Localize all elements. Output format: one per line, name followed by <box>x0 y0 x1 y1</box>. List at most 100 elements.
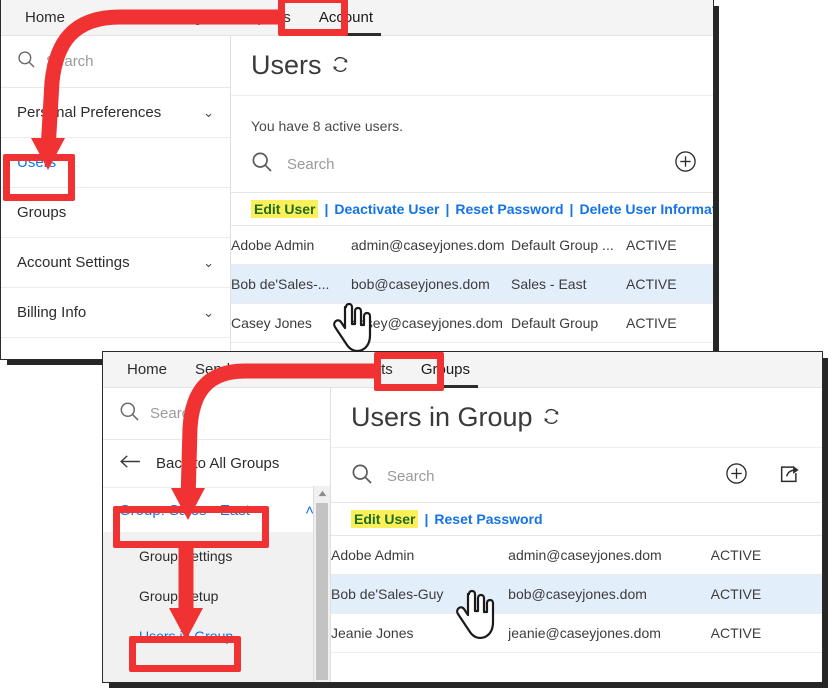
nav-tab-home[interactable]: Home <box>11 1 79 35</box>
action-reset-password[interactable]: Reset Password <box>455 201 563 217</box>
back-to-all-groups-label: Back to All Groups <box>156 455 280 472</box>
search-icon <box>351 463 373 490</box>
cell-user-status: ACTIVE <box>626 303 713 343</box>
table-row[interactable]: Bob de'Sales-Guy bob@caseyjones.dom ACTI… <box>331 574 822 614</box>
cell-user-group: Sales - East <box>511 264 626 304</box>
cell-user-name: Bob de'Sales-... <box>231 264 351 304</box>
sidebar-item-group-setup[interactable]: Group Setup <box>103 576 330 616</box>
sidebar-search-placeholder: Search <box>46 53 94 70</box>
action-delete-user-information[interactable]: Delete User Information <box>579 201 713 217</box>
chevron-down-icon: ⌄ <box>203 305 214 320</box>
search-icon <box>251 151 273 178</box>
cell-user-name: Adobe Admin <box>231 226 351 265</box>
sidebar-search-account[interactable]: Search <box>1 36 230 88</box>
users-sidebar-highlight <box>3 154 75 201</box>
sidebar-search-groups[interactable]: Search <box>103 388 330 440</box>
plus-circle-icon[interactable] <box>725 462 748 490</box>
page-title-text: Users <box>251 50 322 80</box>
account-users-window: Home Send Manage Reports Account Search … <box>0 0 714 360</box>
sidebar-item-label: Group Setup <box>139 588 219 604</box>
triangle-up-icon[interactable] <box>314 486 330 501</box>
users-in-group-highlight <box>129 636 241 672</box>
refresh-icon[interactable] <box>331 50 350 81</box>
cell-user-name: Bob de'Sales-Guy <box>331 574 509 614</box>
cell-user-status: ACTIVE <box>710 574 822 614</box>
cell-user-group: Default Group <box>511 303 626 343</box>
cell-user-email: casey@caseyjones.dom <box>351 303 511 343</box>
sidebar-item-account-settings[interactable]: Account Settings ⌄ <box>1 238 230 288</box>
chevron-down-icon: ⌄ <box>203 255 214 270</box>
cell-user-name: Jeanie Jones <box>331 613 509 653</box>
sidebar-item-label: Billing Info <box>17 304 87 321</box>
arrow-left-icon <box>119 454 142 473</box>
sidebar-item-label: Personal Preferences <box>17 104 162 121</box>
account-window-body: Search Personal Preferences ⌄ Users Grou… <box>1 36 713 359</box>
action-deactivate-user[interactable]: Deactivate User <box>334 201 439 217</box>
scrollbar-thumb[interactable] <box>316 503 328 680</box>
sidebar-search-placeholder: Search <box>150 405 198 422</box>
group-users-actions-row: Edit User | Reset Password <box>331 503 822 536</box>
cell-user-email: admin@caseyjones.dom <box>351 226 511 265</box>
table-row[interactable]: Adobe Admin admin@caseyjones.dom ACTIVE <box>331 536 822 575</box>
cell-user-email: jeanie@caseyjones.dom <box>508 613 711 653</box>
search-icon <box>119 401 140 427</box>
plus-circle-icon[interactable] <box>674 150 697 178</box>
table-row[interactable]: Bob de'Sales-... bob@caseyjones.dom Sale… <box>231 264 713 304</box>
cell-user-email: bob@caseyjones.dom <box>351 264 511 304</box>
sidebar-item-label: Groups <box>17 204 67 221</box>
group-users-search-input[interactable]: Search <box>387 468 711 485</box>
action-separator: | <box>324 201 329 217</box>
nav-tab-home[interactable]: Home <box>113 353 181 387</box>
account-tab-highlight <box>278 0 348 36</box>
group-users-search-row: Search <box>331 448 822 503</box>
groups-content-pane: Users in Group Search Edit User | Reset … <box>331 388 822 682</box>
screenshot-stage: Home Send Manage Reports Account Search … <box>0 0 832 691</box>
search-icon <box>17 50 36 74</box>
users-search-input[interactable]: Search <box>287 156 660 173</box>
page-title-text: Users in Group <box>351 402 533 432</box>
share-export-icon[interactable] <box>778 463 800 490</box>
action-separator: | <box>445 201 450 217</box>
sidebar-scrollbar[interactable] <box>313 486 330 682</box>
cell-user-status: ACTIVE <box>626 226 713 265</box>
table-row[interactable]: Casey Jones casey@caseyjones.dom Default… <box>231 303 713 343</box>
chevron-down-icon: ⌄ <box>203 105 214 120</box>
sidebar-item-label: Group Settings <box>139 548 233 564</box>
action-edit-user[interactable]: Edit User <box>351 510 419 528</box>
page-title-users-in-group: Users in Group <box>331 388 822 448</box>
cell-user-name: Adobe Admin <box>331 536 509 575</box>
nav-tab-manage[interactable]: Manage <box>244 353 326 387</box>
action-edit-user[interactable]: Edit User <box>251 200 319 218</box>
nav-tab-send[interactable]: Send <box>181 353 244 387</box>
cell-user-status: ACTIVE <box>626 264 713 304</box>
table-row[interactable]: Jeanie Jones jeanie@caseyjones.dom ACTIV… <box>331 613 822 653</box>
action-separator: | <box>569 201 574 217</box>
cell-user-email: bob@caseyjones.dom <box>508 574 711 614</box>
groups-window-top-nav: Home Send Manage Reports Groups <box>103 352 822 388</box>
sidebar-item-billing-info[interactable]: Billing Info ⌄ <box>1 288 230 338</box>
cell-user-group: Default Group ... <box>511 226 626 265</box>
cell-user-status: ACTIVE <box>710 536 822 575</box>
active-users-count: You have 8 active users. <box>251 118 404 134</box>
action-reset-password[interactable]: Reset Password <box>434 511 542 527</box>
action-separator: | <box>424 511 429 527</box>
group-sales-east-highlight <box>113 506 269 548</box>
groups-tab-highlight <box>374 352 444 391</box>
group-users-table: Adobe Admin admin@caseyjones.dom ACTIVE … <box>331 536 822 653</box>
cell-user-email: admin@caseyjones.dom <box>508 536 711 575</box>
cell-user-status: ACTIVE <box>710 613 822 653</box>
nav-tab-send[interactable]: Send <box>79 1 142 35</box>
cell-user-name: Casey Jones <box>231 303 351 343</box>
account-window-top-nav: Home Send Manage Reports Account <box>1 0 713 36</box>
back-to-all-groups[interactable]: Back to All Groups <box>103 440 330 488</box>
users-table: Adobe Admin admin@caseyjones.dom Default… <box>231 226 713 343</box>
refresh-icon[interactable] <box>542 402 561 433</box>
users-search-row: Search <box>231 134 713 193</box>
account-content-pane: Users You have 8 active users. Search Ed… <box>231 36 713 359</box>
users-actions-row: Edit User | Deactivate User | Reset Pass… <box>231 193 713 226</box>
nav-tab-manage[interactable]: Manage <box>142 1 224 35</box>
page-title-users: Users <box>231 36 713 96</box>
table-row[interactable]: Adobe Admin admin@caseyjones.dom Default… <box>231 226 713 265</box>
sidebar-item-label: Account Settings <box>17 254 130 271</box>
sidebar-item-personal-preferences[interactable]: Personal Preferences ⌄ <box>1 88 230 138</box>
